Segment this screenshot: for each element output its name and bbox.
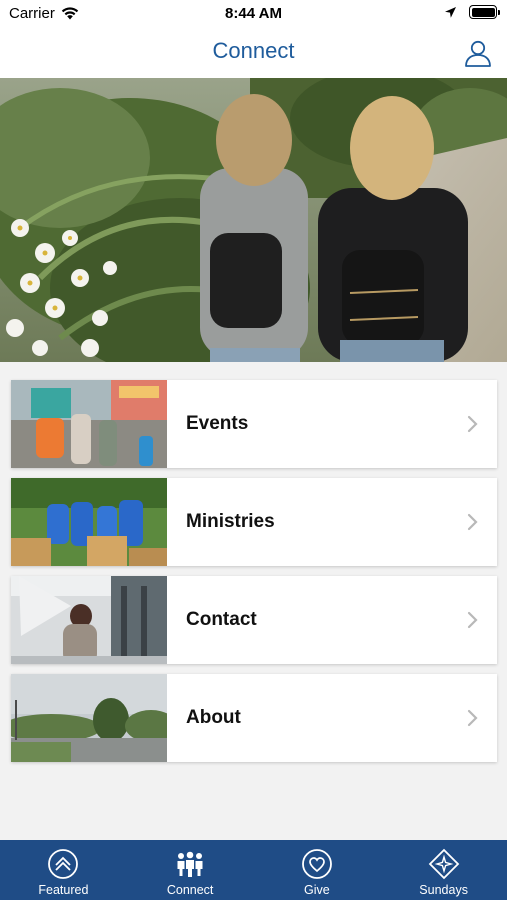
events-photo [11, 380, 167, 468]
diamond-icon [428, 848, 459, 880]
card-about[interactable]: About [11, 674, 497, 762]
tab-label: Connect [166, 883, 214, 897]
status-right [444, 5, 500, 19]
card-events[interactable]: Events [11, 380, 497, 468]
chevron-right-icon [467, 513, 478, 531]
page-title: Connect [212, 38, 295, 63]
chevron-right-icon [467, 709, 478, 727]
card-label: Contact [186, 609, 257, 630]
card-label: Ministries [186, 511, 275, 532]
tab-sundays[interactable]: Sundays [380, 840, 507, 900]
tab-give[interactable]: Give [254, 840, 381, 900]
person-icon[interactable] [463, 38, 493, 68]
people-icon [177, 851, 203, 877]
card-contact[interactable]: Contact [11, 576, 497, 664]
chevron-right-icon [467, 611, 478, 629]
contact-photo [11, 576, 167, 664]
card-label: Events [186, 413, 249, 434]
card-label: About [186, 707, 241, 728]
heart-circle-icon [301, 849, 332, 879]
hero-image [0, 78, 507, 362]
tab-label: Give [304, 883, 330, 897]
status-bar: Carrier 8:44 AM [0, 0, 507, 28]
about-photo [11, 674, 167, 762]
status-time: 8:44 AM [225, 5, 282, 22]
location-arrow-icon [445, 6, 456, 18]
battery-fill [471, 7, 495, 17]
card-ministries[interactable]: Ministries [11, 478, 497, 566]
ministries-photo [11, 478, 167, 566]
tab-connect[interactable]: Connect [127, 840, 254, 900]
chevron-up-circle-icon [48, 849, 79, 879]
nav-bar: Connect [0, 28, 507, 78]
chevron-right-icon [467, 415, 478, 433]
tab-bar: Featured Connect Give Sundays [0, 840, 507, 900]
battery-icon [469, 5, 500, 19]
tab-featured[interactable]: Featured [0, 840, 127, 900]
tab-label: Featured [38, 883, 89, 897]
hero-illustration [0, 78, 507, 362]
tab-label: Sundays [419, 883, 468, 897]
